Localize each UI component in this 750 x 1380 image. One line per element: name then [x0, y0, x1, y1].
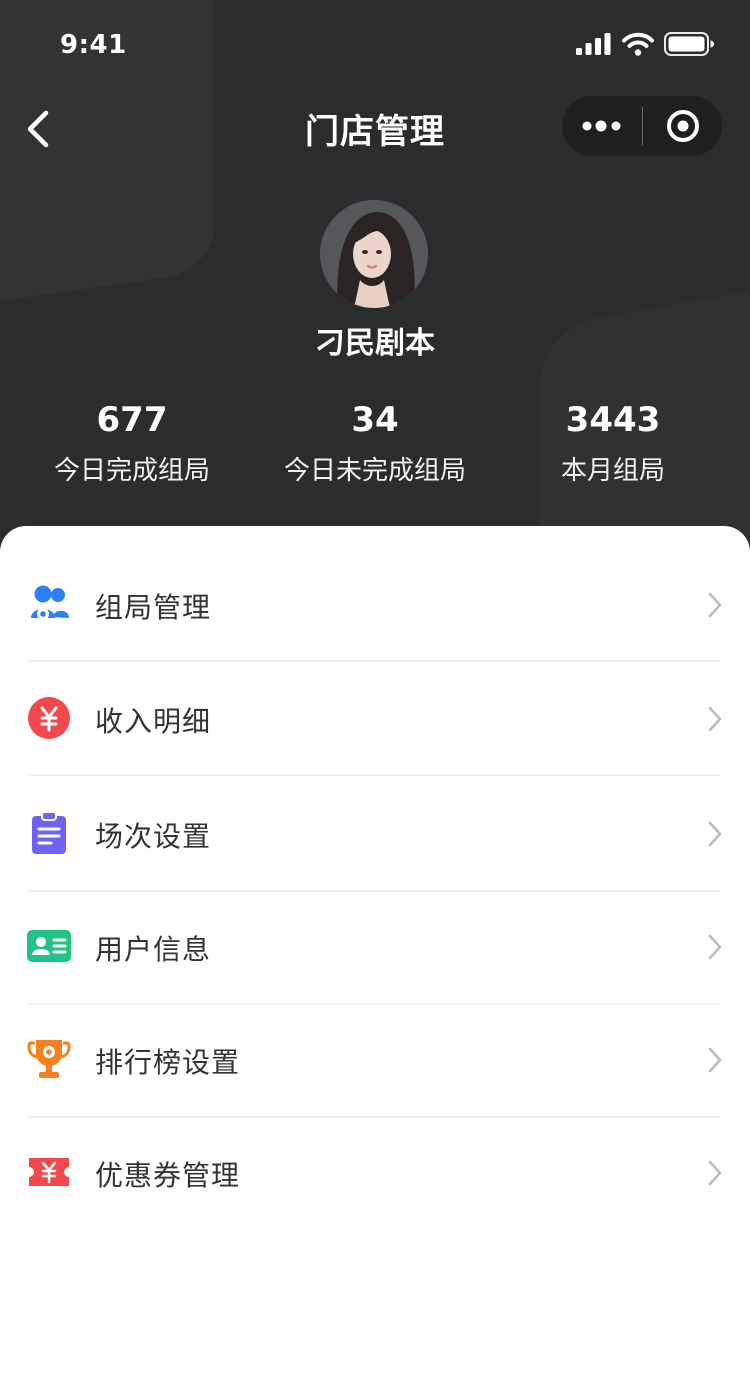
yuan-coin-icon — [28, 697, 70, 739]
target-circle-icon — [666, 110, 699, 142]
chevron-right-icon — [708, 706, 722, 732]
group-users-icon — [31, 585, 69, 620]
menu-item-income-detail[interactable]: 收入明细 — [0, 662, 750, 776]
battery-icon — [664, 32, 714, 56]
id-card-icon — [27, 930, 71, 962]
status-icons — [576, 32, 714, 56]
wifi-icon — [622, 32, 654, 56]
stat-label: 本月组局 — [560, 456, 665, 486]
more-options-button[interactable] — [562, 96, 642, 156]
store-management-screen: 9:41 门店管理 刁民剧本 677 今日完成组局 34 今日未完成组局 344… — [0, 0, 750, 1380]
chevron-right-icon — [708, 1047, 722, 1073]
menu-item-leaderboard-settings[interactable]: 排行榜设置 — [0, 1003, 750, 1117]
menu-item-label: 排行榜设置 — [95, 1046, 241, 1079]
menu-item-label: 组局管理 — [95, 591, 212, 624]
menu-item-label: 收入明细 — [95, 705, 212, 738]
stat-label: 今日未完成组局 — [283, 456, 466, 486]
more-dots-icon — [582, 120, 621, 132]
chevron-right-icon — [708, 1160, 722, 1186]
chevron-right-icon — [708, 821, 722, 847]
menu-card: 组局管理 收入明细 场次设置 用户信息 排行榜设置 优惠券管理 — [0, 526, 750, 1380]
chevron-right-icon — [708, 934, 722, 960]
menu-item-label: 场次设置 — [95, 820, 212, 853]
mini-program-capsule — [562, 96, 722, 156]
dark-header: 9:41 门店管理 刁民剧本 677 今日完成组局 34 今日未完成组局 344… — [0, 0, 750, 570]
clipboard-list-icon — [32, 811, 66, 854]
close-mini-program-button[interactable] — [643, 96, 722, 156]
signal-icon — [576, 33, 611, 55]
avatar-portrait — [320, 200, 428, 308]
menu-item-session-settings[interactable]: 场次设置 — [0, 777, 750, 891]
store-avatar — [320, 200, 428, 308]
menu-divider — [28, 774, 720, 776]
coupon-ticket-icon — [29, 1158, 69, 1186]
menu-item-user-info[interactable]: 用户信息 — [0, 890, 750, 1004]
stat-month-total: 3443 本月组局 — [493, 398, 733, 487]
menu-item-label: 用户信息 — [95, 933, 212, 966]
stat-value: 34 — [351, 400, 399, 440]
trophy-icon — [27, 1040, 71, 1078]
menu-item-label: 优惠券管理 — [95, 1159, 241, 1192]
menu-item-group-management[interactable]: 组局管理 — [0, 548, 750, 662]
stat-value: 677 — [96, 400, 168, 440]
navigation-bar: 门店管理 — [0, 90, 750, 164]
menu-item-coupon-management[interactable]: 优惠券管理 — [0, 1116, 750, 1230]
store-name: 刁民剧本 — [315, 326, 435, 361]
stat-label: 今日完成组局 — [53, 456, 210, 486]
stat-value: 3443 — [565, 400, 661, 440]
status-bar: 9:41 — [0, 0, 750, 90]
stat-today-uncompleted: 34 今日未完成组局 — [255, 398, 495, 487]
status-time: 9:41 — [60, 30, 127, 60]
stat-today-completed: 677 今日完成组局 — [12, 398, 252, 487]
chevron-right-icon — [708, 592, 722, 618]
